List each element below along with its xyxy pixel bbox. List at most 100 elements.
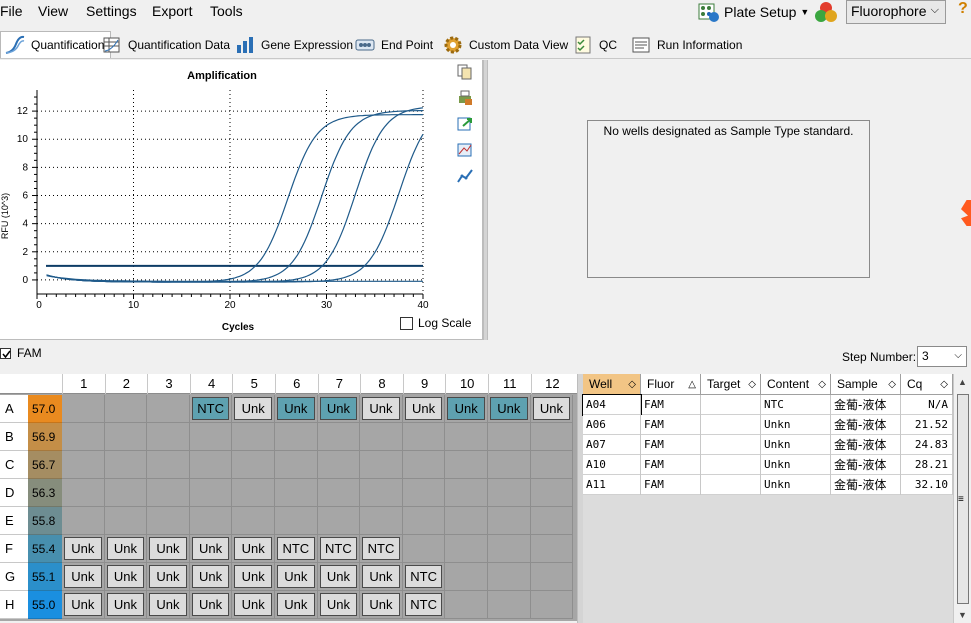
plate-well[interactable]: [445, 507, 488, 535]
plate-well[interactable]: [530, 479, 574, 507]
results-scrollbar[interactable]: ▲ ≡ ▼: [953, 374, 971, 623]
plate-well[interactable]: [530, 507, 574, 535]
plate-well[interactable]: Unk: [62, 591, 105, 619]
plate-well[interactable]: Unk: [402, 395, 446, 423]
plate-well[interactable]: [360, 507, 403, 535]
plate-well[interactable]: [147, 395, 190, 423]
chart-settings-icon[interactable]: [457, 142, 473, 158]
plate-well[interactable]: NTC: [189, 395, 233, 423]
plate-well[interactable]: Unk: [232, 535, 275, 563]
table-row[interactable]: A11 FAM Unkn 金葡-液体 32.10: [583, 475, 953, 495]
plate-well[interactable]: [317, 451, 361, 479]
plate-well[interactable]: [445, 535, 488, 563]
plate-well[interactable]: Unk: [104, 535, 148, 563]
plate-well[interactable]: Unk: [317, 563, 361, 591]
plate-well[interactable]: Unk: [62, 535, 105, 563]
plate-column-header[interactable]: 5: [232, 374, 275, 394]
results-column-header[interactable]: Sample ◇: [831, 374, 901, 395]
menu-view[interactable]: View: [38, 3, 68, 19]
plate-well[interactable]: [275, 507, 318, 535]
plate-well[interactable]: Unk: [147, 563, 190, 591]
plate-well[interactable]: Unk: [275, 563, 318, 591]
plate-well[interactable]: [402, 423, 446, 451]
plate-well[interactable]: NTC: [402, 591, 446, 619]
plate-well[interactable]: [62, 423, 105, 451]
plate-well[interactable]: [445, 479, 488, 507]
plate-well[interactable]: NTC: [317, 535, 361, 563]
plate-well[interactable]: [147, 507, 190, 535]
plate-well[interactable]: NTC: [275, 535, 318, 563]
tab-run-information[interactable]: Run Information: [626, 31, 749, 58]
results-column-header[interactable]: Well ◇: [583, 374, 641, 395]
plate-well[interactable]: [360, 451, 403, 479]
plate-well[interactable]: [62, 507, 105, 535]
plate-well[interactable]: [189, 479, 233, 507]
table-row[interactable]: A10 FAM Unkn 金葡-液体 28.21: [583, 455, 953, 475]
plate-well[interactable]: [275, 423, 318, 451]
plate-well[interactable]: [232, 479, 275, 507]
plate-well[interactable]: Unk: [104, 563, 148, 591]
table-row[interactable]: A07 FAM Unkn 金葡-液体 24.83: [583, 435, 953, 455]
plate-column-header[interactable]: 3: [147, 374, 190, 394]
plate-well[interactable]: [488, 591, 531, 619]
plate-well[interactable]: Unk: [104, 591, 148, 619]
plate-well[interactable]: [530, 451, 574, 479]
results-column-header[interactable]: Content ◇: [761, 374, 831, 395]
plate-column-header[interactable]: 10: [445, 374, 488, 394]
sort-icon[interactable]: ◇: [940, 374, 948, 395]
plate-column-header[interactable]: 9: [402, 374, 446, 394]
results-column-header[interactable]: Fluor △: [641, 374, 701, 395]
plate-well[interactable]: [445, 423, 488, 451]
plate-well[interactable]: Unk: [275, 395, 318, 423]
plate-row-header[interactable]: C: [0, 451, 28, 479]
plate-well[interactable]: [104, 451, 148, 479]
plate-well[interactable]: [275, 479, 318, 507]
plate-column-header[interactable]: 11: [488, 374, 531, 394]
help-icon[interactable]: ?: [958, 0, 968, 18]
plate-row-header[interactable]: B: [0, 423, 28, 451]
step-number-select[interactable]: 3 ⌵: [917, 346, 967, 367]
plate-well[interactable]: [317, 507, 361, 535]
tab-custom-data-view[interactable]: Custom Data View: [438, 31, 575, 58]
plate-well[interactable]: Unk: [232, 395, 275, 423]
plate-well[interactable]: Unk: [275, 591, 318, 619]
export-chart-icon[interactable]: [457, 116, 473, 132]
plate-well[interactable]: [530, 563, 574, 591]
tab-gene-expression[interactable]: Gene Expression: [230, 31, 360, 58]
plate-column-header[interactable]: 12: [530, 374, 574, 394]
plate-well[interactable]: Unk: [62, 563, 105, 591]
plate-well[interactable]: [445, 591, 488, 619]
plate-well[interactable]: [445, 563, 488, 591]
plate-well[interactable]: [104, 479, 148, 507]
plate-well[interactable]: [232, 423, 275, 451]
plate-column-header[interactable]: 1: [62, 374, 105, 394]
plate-well[interactable]: Unk: [232, 563, 275, 591]
plate-well[interactable]: Unk: [317, 395, 361, 423]
plate-well[interactable]: Unk: [445, 395, 488, 423]
plate-well[interactable]: Unk: [189, 535, 233, 563]
plate-well[interactable]: NTC: [402, 563, 446, 591]
plate-well[interactable]: [104, 395, 148, 423]
scroll-down-icon[interactable]: ▼: [958, 610, 967, 620]
sort-icon[interactable]: ◇: [748, 374, 756, 395]
plate-well[interactable]: [402, 507, 446, 535]
plate-well[interactable]: [275, 451, 318, 479]
plate-well[interactable]: [488, 423, 531, 451]
menu-export[interactable]: Export: [152, 3, 192, 19]
plate-well[interactable]: [317, 479, 361, 507]
scroll-up-icon[interactable]: ▲: [958, 377, 967, 387]
plate-well[interactable]: NTC: [360, 535, 403, 563]
trend-line-icon[interactable]: [457, 168, 473, 184]
print-icon[interactable]: [457, 90, 473, 106]
tab-quantification-data[interactable]: Quantification Data: [97, 31, 237, 58]
fam-toggle[interactable]: FAM: [0, 346, 42, 360]
menu-settings[interactable]: Settings: [86, 3, 137, 19]
plate-well[interactable]: [232, 451, 275, 479]
plate-well[interactable]: [62, 451, 105, 479]
plate-well[interactable]: [402, 479, 446, 507]
plate-row-header[interactable]: A: [0, 395, 28, 423]
sort-icon[interactable]: ◇: [818, 374, 826, 395]
sort-icon[interactable]: ◇: [888, 374, 896, 395]
plate-well[interactable]: Unk: [317, 591, 361, 619]
results-column-header[interactable]: Target ◇: [701, 374, 761, 395]
